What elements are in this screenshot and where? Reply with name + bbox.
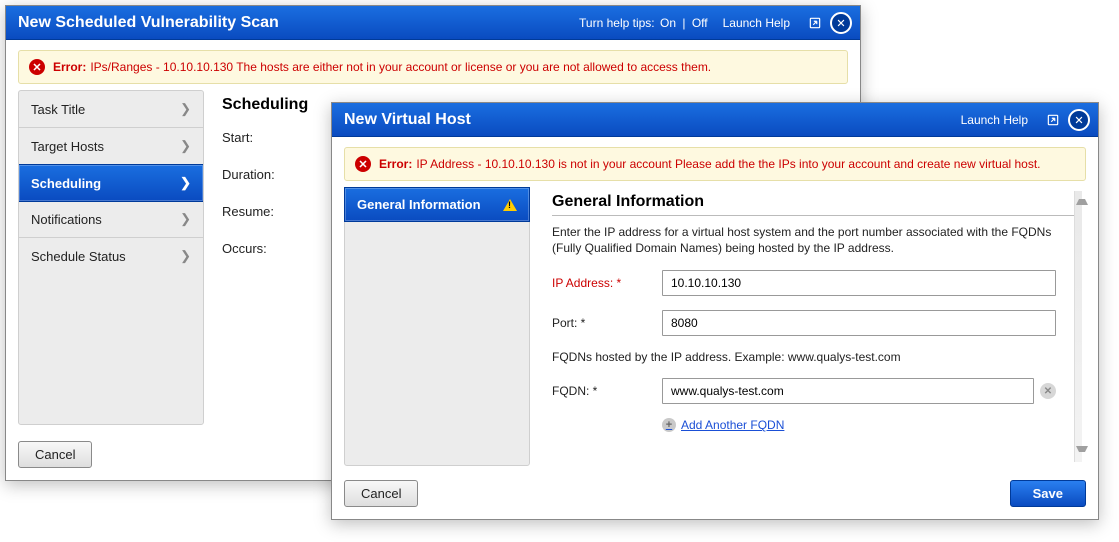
section-heading: General Information (552, 193, 1076, 216)
ip-address-input[interactable] (662, 270, 1056, 296)
fqdn-label: FQDN: * (552, 384, 662, 398)
chevron-right-icon: ❯ (180, 175, 191, 191)
save-button[interactable]: Save (1010, 480, 1086, 507)
port-label: Port: * (552, 316, 662, 330)
add-another-fqdn-link[interactable]: + Add Another FQDN (662, 418, 784, 432)
error-message: IPs/Ranges - 10.10.10.130 The hosts are … (90, 60, 711, 74)
chevron-right-icon: ❯ (180, 101, 191, 117)
ip-address-label: IP Address: * (552, 276, 662, 290)
error-icon: ✕ (355, 156, 371, 172)
chevron-right-icon: ❯ (180, 211, 191, 227)
nav-task-title[interactable]: Task Title ❯ (19, 91, 203, 128)
error-banner: ✕ Error: IP Address - 10.10.10.130 is no… (344, 147, 1086, 181)
general-information-panel: General Information Enter the IP address… (530, 187, 1080, 466)
scrollbar[interactable] (1074, 191, 1082, 462)
error-icon: ✕ (29, 59, 45, 75)
plus-icon: + (662, 418, 676, 432)
titlebar: New Scheduled Vulnerability Scan Turn he… (6, 6, 860, 40)
error-label: Error: (379, 157, 412, 171)
dialog-title: New Scheduled Vulnerability Scan (14, 14, 279, 32)
port-input[interactable] (662, 310, 1056, 336)
close-icon[interactable] (1068, 109, 1090, 131)
fqdn-input[interactable] (662, 378, 1034, 404)
cancel-button[interactable]: Cancel (344, 480, 418, 507)
error-message: IP Address - 10.10.10.130 is not in your… (416, 157, 1040, 171)
nav-scheduling[interactable]: Scheduling ❯ (18, 164, 204, 202)
dialog-title: New Virtual Host (340, 111, 471, 129)
virtual-host-tabs: General Information (344, 187, 530, 466)
virtual-host-dialog: New Virtual Host Launch Help ✕ Error: IP… (331, 102, 1099, 520)
nav-notifications[interactable]: Notifications ❯ (19, 201, 203, 238)
popout-icon[interactable] (1042, 109, 1064, 131)
error-label: Error: (53, 60, 86, 74)
wizard-nav: Task Title ❯ Target Hosts ❯ Scheduling ❯… (18, 90, 204, 425)
help-tips-off[interactable]: Off (692, 16, 708, 30)
cancel-button[interactable]: Cancel (18, 441, 92, 468)
nav-target-hosts[interactable]: Target Hosts ❯ (19, 128, 203, 165)
help-tips-toggle: Turn help tips: On | Off (578, 16, 709, 30)
chevron-right-icon: ❯ (180, 248, 191, 264)
launch-help-link[interactable]: Launch Help (961, 113, 1028, 127)
launch-help-link[interactable]: Launch Help (723, 16, 790, 30)
tab-general-information[interactable]: General Information (344, 187, 530, 222)
popout-icon[interactable] (804, 12, 826, 34)
nav-schedule-status[interactable]: Schedule Status ❯ (19, 238, 203, 274)
section-description: Enter the IP address for a virtual host … (552, 224, 1076, 256)
chevron-right-icon: ❯ (180, 138, 191, 154)
close-icon[interactable] (830, 12, 852, 34)
clear-fqdn-icon[interactable]: ✕ (1040, 383, 1056, 399)
help-tips-on[interactable]: On (660, 16, 676, 30)
error-banner: ✕ Error: IPs/Ranges - 10.10.10.130 The h… (18, 50, 848, 84)
fqdn-note: FQDNs hosted by the IP address. Example:… (552, 350, 1056, 364)
titlebar: New Virtual Host Launch Help (332, 103, 1098, 137)
warning-icon (503, 199, 517, 211)
